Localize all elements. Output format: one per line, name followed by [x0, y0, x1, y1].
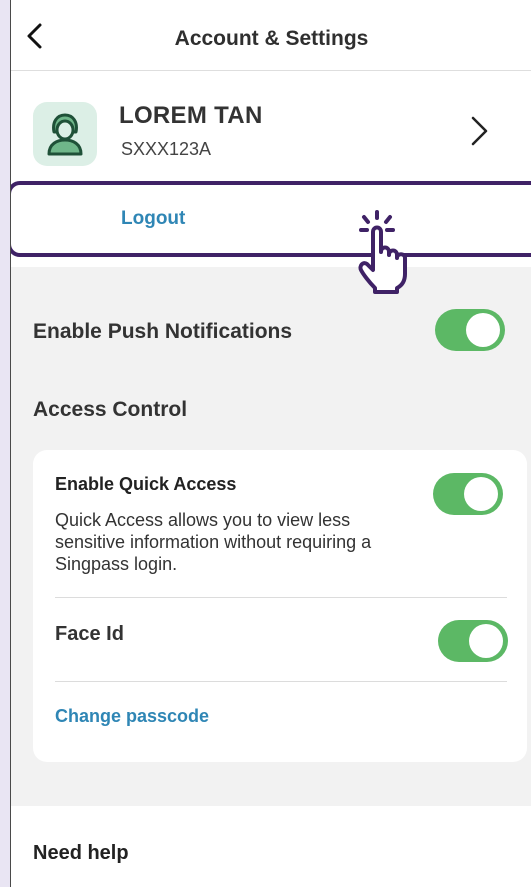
quick-access-toggle[interactable] [433, 473, 503, 515]
profile-name: LOREM TAN [119, 102, 263, 129]
face-id-toggle[interactable] [438, 620, 508, 662]
toggle-knob [469, 624, 503, 658]
access-control-heading: Access Control [33, 398, 188, 421]
logout-button[interactable] [11, 181, 531, 257]
profile-row[interactable]: LOREM TAN SXXX123A [11, 71, 531, 181]
need-help-label[interactable]: Need help [33, 842, 129, 865]
page-title: Account & Settings [174, 27, 369, 50]
hand-pointer-icon [358, 210, 407, 294]
divider [55, 597, 507, 598]
header-bar: Account & Settings [11, 0, 531, 71]
avatar [33, 102, 97, 166]
chevron-right-icon [471, 116, 488, 146]
face-id-label: Face Id [55, 623, 124, 645]
push-notifications-toggle[interactable] [435, 309, 505, 351]
user-avatar-icon [47, 113, 83, 156]
logout-label: Logout [121, 208, 186, 229]
profile-id: SXXX123A [121, 139, 212, 159]
divider [55, 681, 507, 682]
quick-access-description: Quick Access allows you to view less sen… [55, 510, 372, 574]
access-control-card: Enable Quick Access Quick Access allows … [33, 450, 527, 762]
change-passcode-link[interactable]: Change passcode [55, 706, 209, 727]
toggle-knob [464, 477, 498, 511]
phone-screen: Account & Settings LOREM TAN SXXX123A Lo… [10, 0, 531, 887]
toggle-knob [466, 313, 500, 347]
quick-access-title: Enable Quick Access [55, 474, 237, 494]
push-notifications-label: Enable Push Notifications [33, 320, 293, 343]
